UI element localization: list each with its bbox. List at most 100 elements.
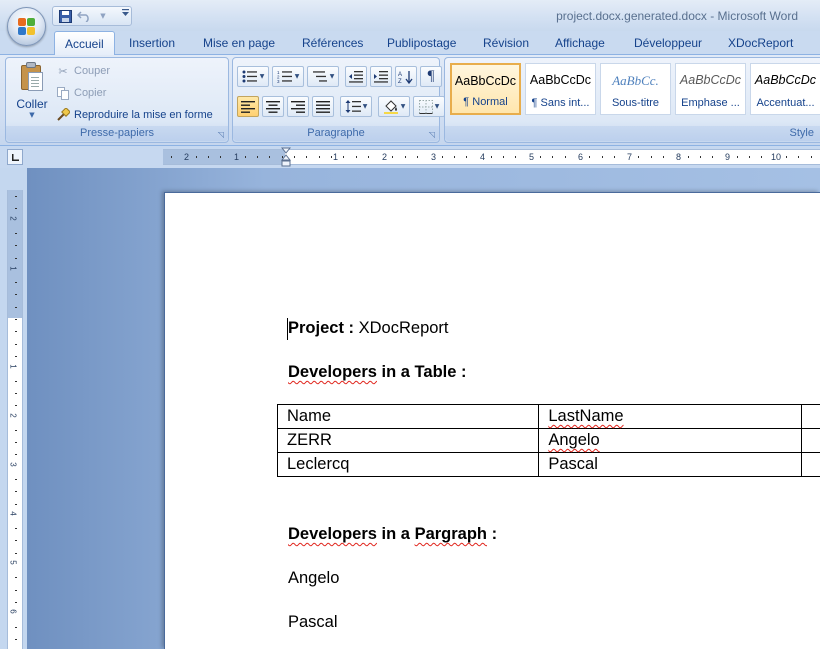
vertical-ruler[interactable]: 2 1 1 2 3 4 5 6	[7, 190, 23, 649]
table-header-cell[interactable]	[800, 404, 820, 429]
increase-indent-button[interactable]	[370, 66, 392, 87]
ruler-tick	[15, 294, 17, 296]
table-cell[interactable]: Leclercq	[276, 452, 540, 477]
table-cell[interactable]: ZERR	[276, 428, 540, 453]
bullet-list-icon	[242, 70, 257, 83]
table-cell[interactable]	[800, 428, 820, 453]
tab-accueil[interactable]: Accueil	[54, 31, 115, 56]
paragraph-item[interactable]: Angelo	[288, 569, 339, 588]
format-painter-label: Reproduire la mise en forme	[74, 109, 213, 121]
cut-button[interactable]: ✂ Couper	[56, 62, 110, 80]
align-right-button[interactable]	[287, 96, 309, 117]
paragraph-launcher-icon[interactable]: ◹	[429, 130, 435, 139]
format-painter-button[interactable]: Reproduire la mise en forme	[56, 106, 213, 124]
tab-developpeur[interactable]: Développeur	[634, 36, 702, 50]
undo-dropdown-icon[interactable]: ▼	[95, 8, 111, 24]
table-cell[interactable]: Pascal	[538, 452, 802, 477]
ruler-number: 4	[8, 511, 18, 516]
line-spacing-button[interactable]: ▼	[340, 96, 372, 117]
tab-revision[interactable]: Révision	[483, 36, 529, 50]
paste-button[interactable]: Coller ▼	[12, 62, 52, 124]
ruler-tick	[15, 380, 17, 382]
justify-icon	[316, 100, 330, 113]
ruler-tick	[15, 638, 17, 640]
table-cell[interactable]	[800, 452, 820, 477]
ruler-tick	[15, 626, 17, 628]
tab-selector-button[interactable]	[7, 149, 23, 165]
ruler-tick	[355, 156, 357, 158]
office-button[interactable]	[7, 7, 46, 46]
heading-mid: in a	[376, 525, 415, 543]
ruler-tick	[15, 208, 17, 210]
borders-button[interactable]: ▼	[413, 96, 445, 117]
customize-toolbar-icon[interactable]	[121, 8, 130, 20]
ruler-number: 4	[480, 152, 486, 162]
indent-marker-icon[interactable]	[281, 147, 291, 167]
svg-text:3: 3	[277, 79, 280, 83]
shading-button[interactable]: ▼	[378, 96, 410, 117]
project-line[interactable]: Project : XDocReport	[288, 319, 449, 338]
paintbrush-icon	[56, 108, 70, 122]
clipboard-launcher-icon[interactable]: ◹	[218, 130, 224, 139]
align-center-button[interactable]	[262, 96, 284, 117]
tab-affichage[interactable]: Affichage	[555, 36, 605, 50]
ruler-tick	[367, 156, 369, 158]
ruler-number: 1	[234, 152, 240, 162]
style-accentuation[interactable]: AaBbCcDc Accentuat...	[750, 63, 820, 115]
tab-publipostage[interactable]: Publipostage	[387, 36, 456, 50]
tab-insertion[interactable]: Insertion	[129, 36, 175, 50]
style-normal[interactable]: AaBbCcDc ¶ Normal	[450, 63, 521, 115]
sort-button[interactable]: AZ	[395, 66, 417, 87]
ruler-number: 7	[627, 152, 633, 162]
table-cell-text: Angelo	[548, 431, 600, 449]
ruler-tick	[15, 355, 17, 357]
ruler-tick	[15, 282, 17, 284]
ruler-tick	[15, 589, 17, 591]
style-sample: AaBbCc.	[612, 73, 659, 88]
ruler-tick	[15, 257, 17, 259]
ruler-number: 2	[8, 413, 18, 418]
ruler-tick	[503, 156, 505, 158]
align-left-button[interactable]	[237, 96, 259, 117]
style-sample: AaBbCcDc	[679, 73, 742, 87]
paragraph-group-label: Paragraphe	[233, 126, 439, 141]
ruler-tick	[15, 405, 17, 407]
style-subtitle[interactable]: AaBbCc. Sous-titre	[600, 63, 671, 115]
ruler-tick	[330, 156, 332, 158]
borders-icon	[418, 99, 433, 114]
table-header-cell[interactable]: Name	[276, 404, 540, 429]
ruler-tick	[15, 331, 17, 333]
save-icon[interactable]	[57, 8, 73, 24]
paragraph-item[interactable]: Pascal	[288, 613, 338, 632]
paragraph-heading[interactable]: Developers in a Pargraph :	[288, 525, 497, 544]
style-no-spacing[interactable]: AaBbCcDc ¶ Sans int...	[525, 63, 596, 115]
tab-references[interactable]: Références	[302, 36, 363, 50]
tab-xdocreport[interactable]: XDocReport	[728, 36, 793, 50]
multilevel-list-button[interactable]: ▼	[307, 66, 339, 87]
table-heading[interactable]: Developers in a Table :	[288, 363, 467, 382]
style-name: ¶ Sans int...	[531, 97, 590, 109]
clipboard-group: Coller ▼ ✂ Couper Copier Reproduire la m…	[5, 57, 229, 143]
justify-button[interactable]	[312, 96, 334, 117]
numbering-button[interactable]: 123 ▼	[272, 66, 304, 87]
developers-table[interactable]: Name LastName ZERR Angelo Leclercq Pasca…	[276, 404, 820, 477]
table-header-cell[interactable]: LastName	[538, 404, 802, 429]
table-cell[interactable]: Angelo	[538, 428, 802, 453]
ruler-number: 6	[8, 609, 18, 614]
show-marks-button[interactable]: ¶	[420, 66, 442, 87]
ruler-tick	[687, 156, 689, 158]
styles-group: AaBbCcDc ¶ Normal AaBbCcDc ¶ Sans int...…	[444, 57, 820, 143]
undo-icon[interactable]	[76, 8, 92, 24]
decrease-indent-button[interactable]	[345, 66, 367, 87]
paste-dropdown-icon[interactable]: ▼	[12, 111, 52, 119]
ruler-number: 2	[184, 152, 190, 162]
ruler-tick	[417, 156, 418, 158]
tab-mise-en-page[interactable]: Mise en page	[203, 36, 275, 50]
ruler-tick	[749, 156, 751, 158]
copy-button[interactable]: Copier	[56, 84, 106, 102]
ruler-tick	[15, 528, 17, 530]
table-header-row: Name LastName	[276, 404, 820, 429]
horizontal-ruler[interactable]: 2 1 1 2 3 4 5 6 7 8 9 10	[163, 147, 820, 167]
bullets-button[interactable]: ▼	[237, 66, 269, 87]
style-emphasis[interactable]: AaBbCcDc Emphase ...	[675, 63, 746, 115]
